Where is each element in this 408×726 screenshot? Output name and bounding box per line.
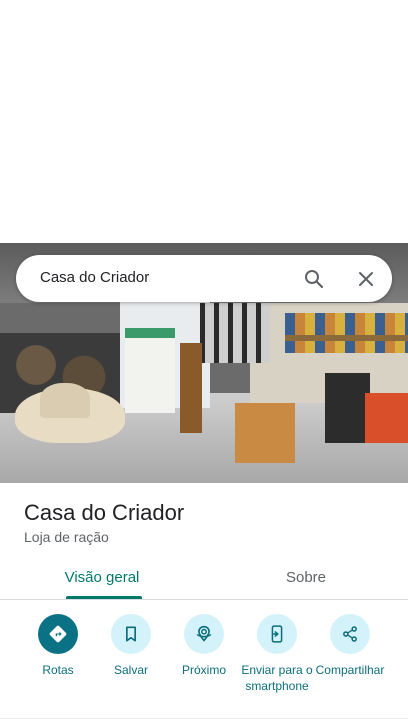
tab-about[interactable]: Sobre [204, 555, 408, 600]
close-icon[interactable] [354, 267, 378, 291]
search-icon[interactable] [302, 267, 326, 291]
share-label: Compartilhar [315, 663, 385, 677]
bookmark-icon [111, 614, 151, 654]
place-category: Loja de ração [24, 529, 109, 545]
share-button[interactable]: Compartilhar [310, 614, 390, 678]
directions-icon [38, 614, 78, 654]
map-area[interactable] [0, 0, 408, 243]
place-name: Casa do Criador [24, 500, 185, 525]
send-to-phone-button[interactable]: Enviar para o smartphone [237, 614, 317, 694]
save-button[interactable]: Salvar [91, 614, 171, 678]
tab-bar: Visão geral Sobre [0, 555, 408, 600]
search-input[interactable]: Casa do Criador [40, 269, 149, 286]
divider [0, 718, 408, 719]
send-to-phone-label: Enviar para o smartphone [241, 663, 313, 693]
send-to-phone-icon [257, 614, 297, 654]
directions-label: Rotas [42, 663, 74, 677]
tab-overview[interactable]: Visão geral [0, 555, 204, 600]
search-bar[interactable]: Casa do Criador [16, 255, 392, 302]
nearby-icon [184, 614, 224, 654]
nearby-label: Próximo [181, 663, 226, 677]
share-icon [330, 614, 370, 654]
divider [0, 599, 408, 600]
save-label: Salvar [113, 663, 148, 677]
place-details-page: Casa do Criador Casa do Criador Loja de … [0, 0, 408, 726]
nearby-button[interactable]: Próximo [164, 614, 244, 678]
directions-button[interactable]: Rotas [18, 614, 98, 678]
